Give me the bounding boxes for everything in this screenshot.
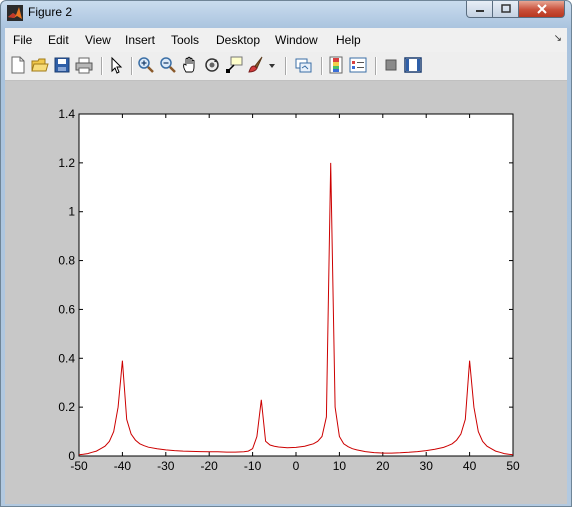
- menu-bar: File Edit View Insert Tools Desktop Wind…: [5, 28, 567, 52]
- rotate-3d-icon[interactable]: [203, 56, 221, 74]
- toolbar-separator: [285, 57, 287, 75]
- figure-window: Figure 2 File Edit View Insert Tools Des…: [0, 0, 572, 507]
- menu-insert[interactable]: Insert: [125, 33, 155, 47]
- new-figure-icon[interactable]: [9, 56, 27, 74]
- print-icon[interactable]: [75, 56, 93, 74]
- window-title: Figure 2: [28, 5, 73, 19]
- toolbar-separator: [321, 57, 323, 75]
- title-bar[interactable]: Figure 2: [1, 1, 571, 25]
- close-icon: [536, 4, 547, 14]
- dock-figure-icon[interactable]: ↘: [554, 33, 562, 44]
- menu-desktop[interactable]: Desktop: [216, 33, 260, 47]
- menu-edit[interactable]: Edit: [48, 33, 69, 47]
- hide-plot-tools-icon[interactable]: [382, 56, 400, 74]
- matlab-logo-icon: [7, 5, 23, 21]
- toolbar-separator: [375, 57, 377, 75]
- show-plot-tools-icon[interactable]: [404, 56, 422, 74]
- minimize-button[interactable]: [466, 1, 493, 18]
- link-plot-icon[interactable]: [295, 56, 313, 74]
- data-cursor-icon[interactable]: [225, 56, 243, 74]
- edit-plot-icon[interactable]: [107, 56, 125, 74]
- minimize-icon: [475, 10, 484, 12]
- toolbar-separator: [101, 57, 103, 75]
- close-button[interactable]: [519, 1, 565, 18]
- pan-icon[interactable]: [181, 56, 199, 74]
- menu-window[interactable]: Window: [275, 33, 318, 47]
- zoom-out-icon[interactable]: [159, 56, 177, 74]
- toolbar-separator: [131, 57, 133, 75]
- brush-icon[interactable]: [247, 56, 265, 74]
- open-file-icon[interactable]: [31, 56, 49, 74]
- figure-toolbar: [5, 52, 567, 81]
- maximize-button[interactable]: [493, 1, 519, 18]
- figure-client-area: File Edit View Insert Tools Desktop Wind…: [5, 28, 567, 504]
- caption-buttons: [466, 1, 565, 19]
- insert-legend-icon[interactable]: [349, 56, 367, 74]
- menu-view[interactable]: View: [85, 33, 111, 47]
- zoom-in-icon[interactable]: [137, 56, 155, 74]
- menu-help[interactable]: Help: [336, 33, 361, 47]
- menu-tools[interactable]: Tools: [171, 33, 199, 47]
- brush-dropdown-icon[interactable]: [267, 56, 277, 74]
- insert-colorbar-icon[interactable]: [327, 56, 345, 74]
- menu-file[interactable]: File: [13, 33, 32, 47]
- save-icon[interactable]: [53, 56, 71, 74]
- maximize-icon: [500, 4, 511, 13]
